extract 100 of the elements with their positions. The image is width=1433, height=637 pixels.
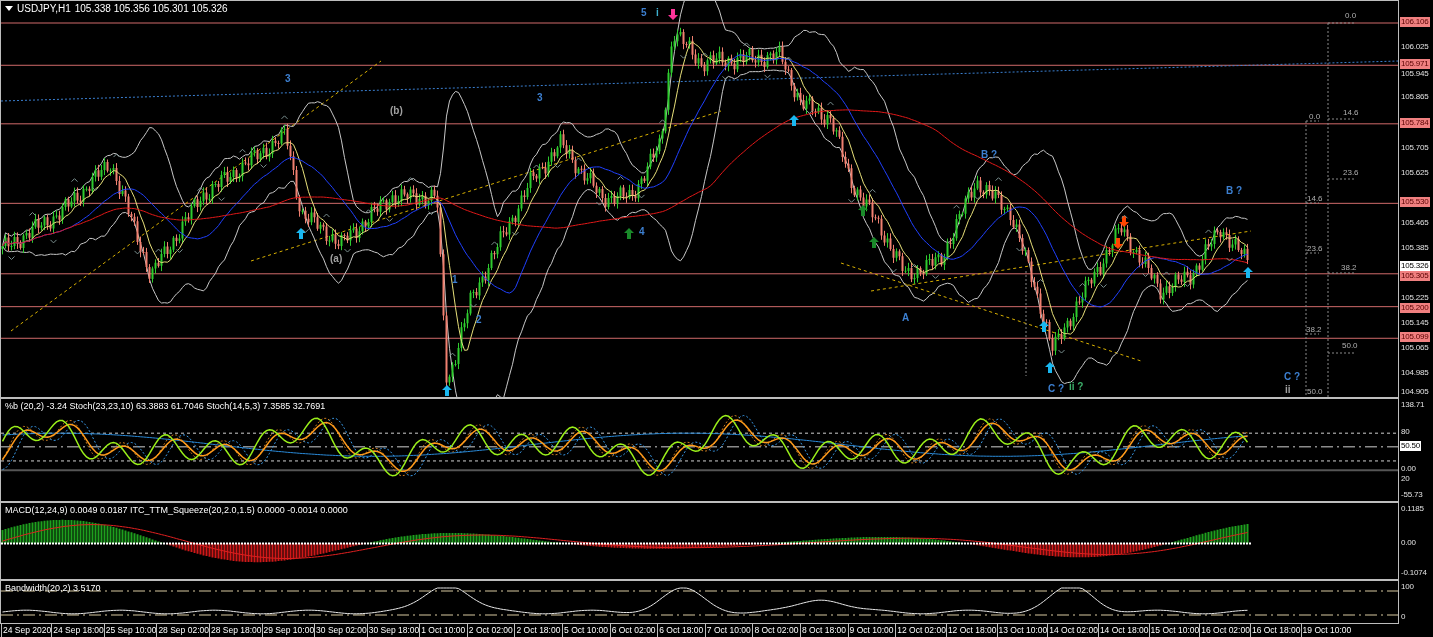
axis-label: 104.985 — [1400, 367, 1430, 378]
up-arrow-icon — [789, 115, 799, 126]
fib-level-label: 23.6 — [1307, 244, 1323, 253]
axis-label: 105.065 — [1400, 342, 1430, 353]
time-label: 30 Sep 18:00 — [366, 624, 420, 637]
time-label: 7 Oct 10:00 — [704, 624, 753, 637]
axis-label: 0.1185 — [1400, 504, 1425, 514]
axis-label: 106.025 — [1400, 42, 1430, 53]
axis-label: 105.705 — [1400, 142, 1430, 153]
time-label: 9 Oct 10:00 — [847, 624, 896, 637]
axis-label: -0.1074 — [1400, 568, 1428, 578]
axis-label: 105.200 — [1400, 302, 1430, 313]
time-label: 6 Oct 02:00 — [609, 624, 658, 637]
axis-label: 105.865 — [1400, 92, 1430, 103]
wave-label: 3 — [537, 92, 543, 103]
axis-label: 0 — [1400, 612, 1407, 622]
up-arrow-icon — [1243, 267, 1253, 278]
axis-label: 105.625 — [1400, 167, 1430, 178]
up-arrow-icon — [1039, 321, 1049, 332]
time-label: 8 Oct 02:00 — [752, 624, 800, 637]
fib-level-label: 38.2 — [1341, 263, 1357, 272]
axis-label: 105.225 — [1400, 292, 1430, 303]
symbol-label: USDJPY,H1 — [17, 3, 71, 14]
indicator-title: %b (20,2) -3.24 Stoch(23,23,10) 63.3883 61.7046 Stoch(14,5,3) 7.3585 32.7691 — [5, 401, 326, 411]
axis-label: 105.385 — [1400, 242, 1430, 253]
time-label: 28 Sep 18:00 — [208, 624, 262, 637]
fib-level-label: 14.6 — [1307, 194, 1323, 203]
axis-label: 104.905 — [1400, 387, 1430, 397]
time-label: 16 Oct 02:00 — [1199, 624, 1250, 637]
wave-label: (b) — [390, 105, 403, 116]
time-label: 8 Oct 18:00 — [800, 624, 848, 637]
time-label: 2 Oct 18:00 — [514, 624, 563, 637]
time-label: 19 Oct 10:00 — [1300, 624, 1352, 637]
axis-label: 105.145 — [1400, 317, 1430, 328]
axis-label: 105.305 — [1400, 271, 1430, 282]
wave-label: i — [656, 7, 659, 18]
axis-label: 0.00 — [1400, 537, 1417, 548]
quote-values: 105.338 105.356 105.301 105.326 — [74, 3, 228, 14]
down-arrow-icon — [1113, 238, 1123, 249]
wave-label: 1 — [452, 274, 458, 285]
wave-label: C ? — [1284, 371, 1301, 382]
axis-label: 138.71 — [1400, 400, 1426, 410]
axis-label: 106.106 — [1400, 17, 1430, 27]
wave-label: B ? — [1226, 185, 1243, 196]
wave-label: ii — [1285, 384, 1291, 395]
time-label: 28 Sep 02:00 — [156, 624, 209, 637]
up-arrow-icon — [624, 228, 634, 239]
up-arrow-icon — [1045, 362, 1055, 373]
time-label: 2 Oct 02:00 — [466, 624, 515, 637]
time-label: 25 Sep 10:00 — [103, 624, 157, 637]
axis-label: 105.099 — [1400, 332, 1430, 343]
indicator-title: Bandwidth(20,2) 3.5170 — [5, 583, 101, 593]
wave-label: 3 — [285, 73, 291, 84]
time-label: 1 Oct 10:00 — [419, 624, 467, 637]
up-arrow-icon — [869, 237, 879, 248]
time-label: 12 Oct 18:00 — [945, 624, 997, 637]
wave-label: 4 — [639, 226, 645, 237]
time-label: 12 Oct 02:00 — [895, 624, 946, 637]
fib-level-label: 38.2 — [1306, 325, 1322, 334]
time-label: 15 Oct 10:00 — [1148, 624, 1200, 637]
axis-label: 105.326 — [1400, 261, 1430, 272]
wave-label: A — [902, 312, 910, 323]
fib-level-label: 50.0 — [1307, 387, 1323, 396]
axis-label: 105.945 — [1400, 69, 1430, 80]
axis-label: 105.971 — [1400, 59, 1430, 70]
wave-label: ii ? — [1069, 381, 1084, 392]
time-label: 24 Sep 18:00 — [51, 624, 104, 637]
fib-level-label: 0.0 — [1345, 11, 1357, 20]
axis-label: 0.00 — [1400, 464, 1417, 475]
time-label: 16 Oct 18:00 — [1249, 624, 1301, 637]
up-arrow-icon — [442, 385, 452, 396]
axis-label: 50.50 — [1400, 440, 1422, 451]
time-label: 24 Sep 2020 — [1, 624, 52, 637]
down-arrow-icon — [668, 9, 678, 20]
axis-label: 100 — [1400, 582, 1415, 592]
time-label: 13 Oct 10:00 — [996, 624, 1048, 637]
wave-label: (a) — [330, 253, 343, 264]
axis-label: 105.784 — [1400, 117, 1430, 128]
time-label: 30 Sep 02:00 — [314, 624, 367, 637]
axis-label: 105.465 — [1400, 217, 1430, 228]
time-label: 14 Oct 02:00 — [1047, 624, 1098, 637]
axis-label: -55.73 — [1400, 490, 1424, 500]
fib-level-label: 23.6 — [1343, 168, 1359, 177]
axis-label: 80 — [1400, 427, 1411, 438]
fib-level-label: 50.0 — [1342, 341, 1358, 350]
wave-label: C ? — [1048, 383, 1065, 394]
wave-label: 5 — [641, 7, 647, 18]
down-arrow-icon — [1119, 216, 1129, 227]
axis-label: 20 — [1400, 474, 1411, 485]
fib-level-label: 14.6 — [1343, 108, 1359, 117]
time-label: 29 Sep 10:00 — [261, 624, 315, 637]
dropdown-caret-icon — [5, 6, 13, 11]
up-arrow-icon — [858, 205, 868, 216]
time-label: 6 Oct 18:00 — [657, 624, 705, 637]
up-arrow-icon — [296, 228, 306, 239]
axis-label: 105.530 — [1400, 197, 1430, 208]
indicator-title: MACD(12,24,9) 0.0049 0.0187 ITC_TTM_Squeeze(20,2.0,1.5) 0.0000 -0.0014 0.0000 — [5, 505, 348, 515]
time-label: 5 Oct 10:00 — [562, 624, 610, 637]
wave-label: 2 — [476, 314, 482, 325]
time-label: 14 Oct 18:00 — [1097, 624, 1149, 637]
